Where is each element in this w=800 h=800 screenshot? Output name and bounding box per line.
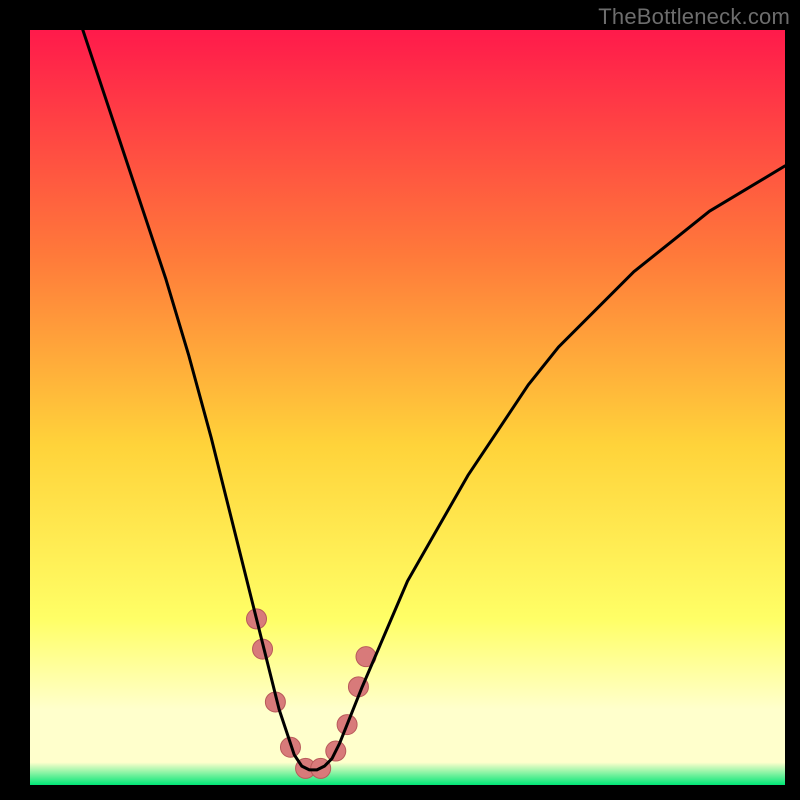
chart-frame: TheBottleneck.com — [0, 0, 800, 800]
chart-svg — [30, 30, 785, 785]
watermark-text: TheBottleneck.com — [598, 4, 790, 30]
plot-area — [30, 30, 785, 785]
gradient-background — [30, 30, 785, 785]
